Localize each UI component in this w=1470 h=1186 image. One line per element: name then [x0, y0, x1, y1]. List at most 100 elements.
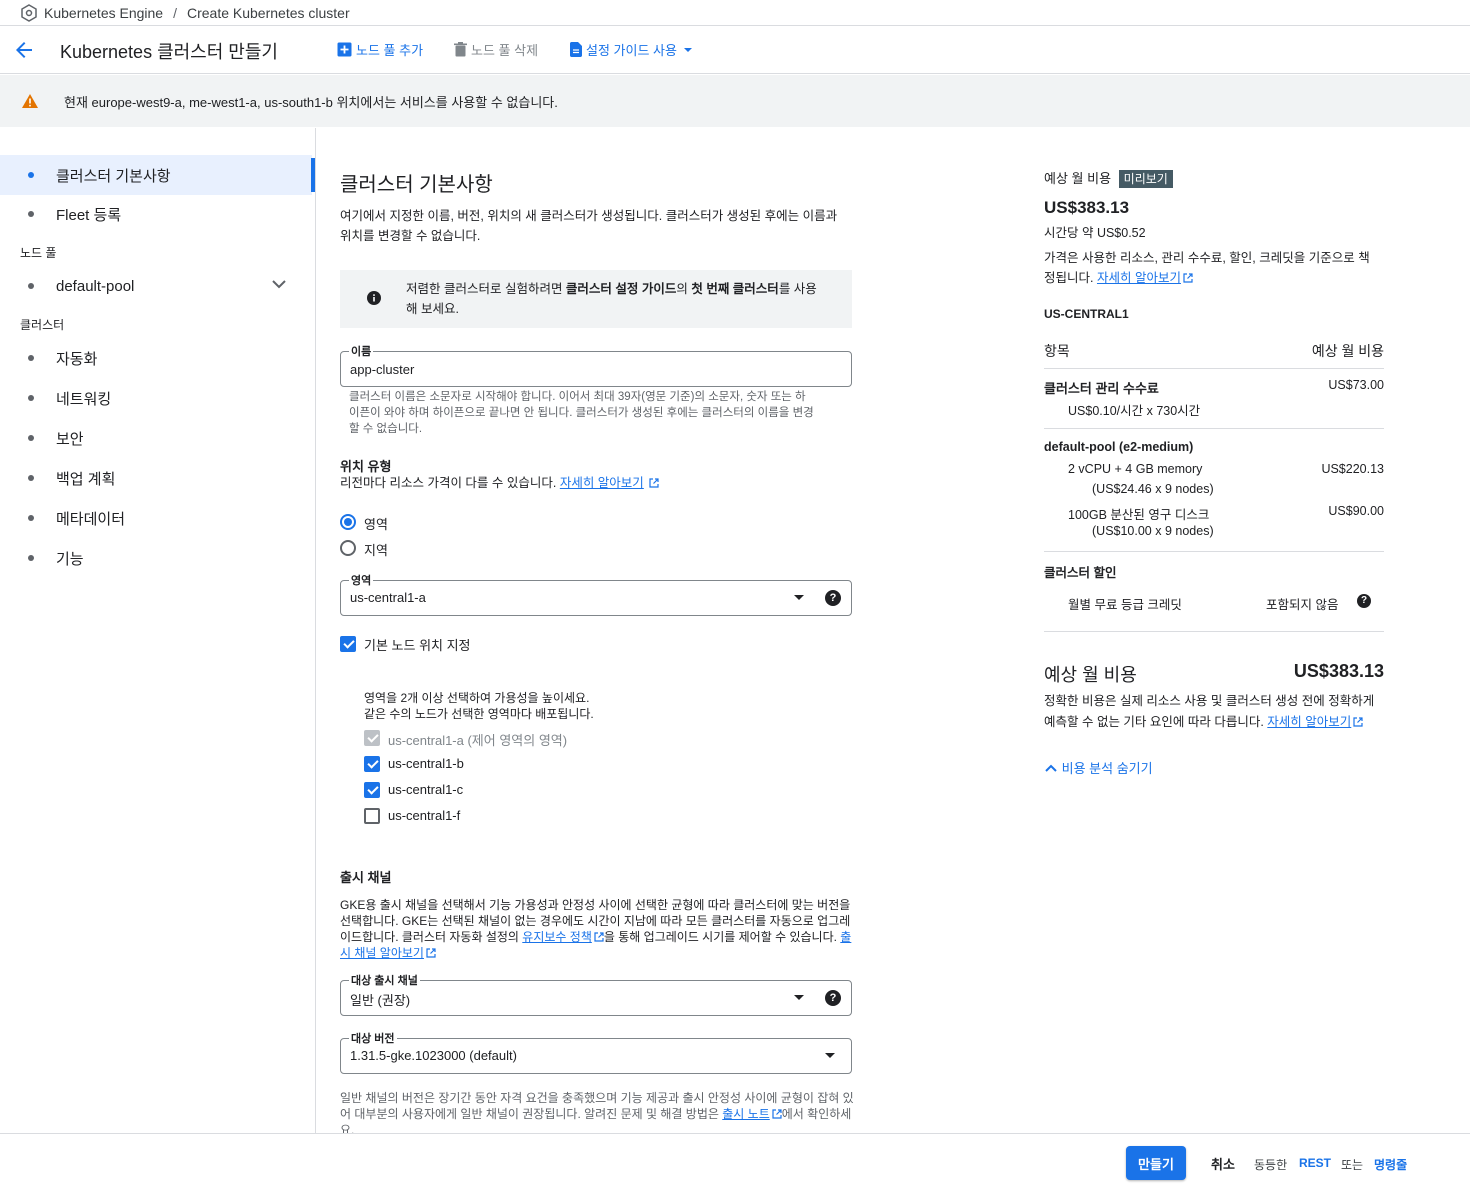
cost-header: 예상 월 비용 미리보기: [1044, 168, 1384, 188]
nav-item-backup[interactable]: 백업 계획: [0, 458, 316, 498]
cancel-button[interactable]: 취소: [1211, 1154, 1235, 1173]
info-callout: 저렴한 클러스터로 실험하려면 클러스터 설정 가이드의 첫 번째 클러스터를 …: [340, 270, 852, 328]
info-text: 저렴한 클러스터로 실험하려면 클러스터 설정 가이드의 첫 번째 클러스터를 …: [406, 279, 846, 319]
pool-disk-row: 100GB 분산된 영구 디스크 US$90.00: [1044, 504, 1384, 523]
nav-item-cluster-basics[interactable]: 클러스터 기본사항: [0, 155, 312, 195]
create-button[interactable]: 만들기: [1126, 1146, 1186, 1180]
left-navigation: 클러스터 기본사항 Fleet 등록 노드 풀 default-pool 클러스…: [0, 128, 316, 1133]
nav-bullet: [28, 211, 34, 217]
external-link-icon: [772, 1109, 782, 1119]
nav-item-fleet[interactable]: Fleet 등록: [0, 194, 316, 234]
zone-select[interactable]: 영역 us-central1-a ?: [340, 572, 852, 616]
cost-estimate-panel: 예상 월 비용 미리보기 US$383.13 시간당 약 US$0.52 가격은…: [1044, 128, 1384, 808]
intro-line: 여기에서 지정한 이름, 버전, 위치의 새 클러스터가 생성됩니다. 클러스터…: [340, 209, 838, 223]
divider: [1044, 631, 1384, 632]
availability-warning-banner: 현재 europe-west9-a, me-west1-a, us-south1…: [0, 75, 1470, 127]
pool-compute-detail: (US$24.46 x 9 nodes): [1092, 482, 1214, 496]
nav-item-label: 클러스터 기본사항: [56, 167, 171, 185]
zonal-radio[interactable]: [340, 514, 356, 530]
nav-item-metadata[interactable]: 메타데이터: [0, 498, 316, 538]
target-version-hint: 일반 채널의 버전은 장기간 동안 자격 요건을 충족했으며 기능 제공과 출시…: [340, 1090, 855, 1133]
add-node-pool-label: 노드 풀 추가: [356, 43, 424, 58]
cluster-name-field[interactable]: 이름 app-cluster: [340, 343, 852, 387]
nav-item-networking[interactable]: 네트워킹: [0, 378, 316, 418]
external-link-icon: [1183, 273, 1193, 283]
add-node-pool-button[interactable]: 노드 풀 추가: [337, 40, 423, 59]
field-label: 영역: [349, 572, 374, 588]
release-channel-learn-link[interactable]: 출: [840, 930, 851, 944]
default-node-locations-checkbox[interactable]: [340, 636, 356, 652]
info-text-part: 를 사용: [778, 282, 817, 296]
pool-compute-row: 2 vCPU + 4 GB memory US$220.13: [1044, 462, 1384, 476]
page-title: Kubernetes 클러스터 만들기: [60, 42, 278, 62]
version-hint-line: 요.: [340, 1123, 355, 1133]
intro-line: 위치를 변경할 수 없습니다.: [340, 229, 481, 243]
location-learn-more-link[interactable]: 자세히 알아보기: [560, 476, 644, 490]
nav-bullet: [28, 355, 34, 361]
hint-line: 할 수 없습니다.: [349, 423, 423, 435]
cost-region: US-CENTRAL1: [1044, 307, 1129, 321]
nav-item-security[interactable]: 보안: [0, 418, 316, 458]
field-label: 이름: [349, 343, 374, 359]
total-row: 예상 월 비용 US$383.13: [1044, 661, 1384, 687]
info-icon: [367, 291, 381, 305]
zones-desc-line: 영역을 2개 이상 선택하여 가용성을 높이세요.: [364, 691, 590, 705]
setup-guide-label: 설정 가이드 사용: [586, 43, 677, 58]
command-line-link[interactable]: 명령줄: [1374, 1156, 1407, 1173]
target-version-value: 1.31.5-gke.1023000 (default): [350, 1048, 517, 1063]
nav-active-indicator: [311, 158, 315, 192]
cluster-name-hint: 클러스터 이름은 소문자로 시작해야 합니다. 이어서 최대 39자(영문 기준…: [349, 389, 839, 437]
zone-f-checkbox[interactable]: [364, 808, 380, 824]
regional-radio[interactable]: [340, 540, 356, 556]
disclaimer-line: 정확한 비용은 실제 리소스 사용 및 클러스터 생성 전에 정확하게: [1044, 694, 1375, 708]
info-text-bold: 클러스터 설정 가이드: [565, 282, 677, 296]
col-item: 항목: [1044, 343, 1070, 359]
help-icon[interactable]: ?: [825, 590, 841, 606]
document-icon: [570, 42, 582, 57]
mgmt-fee-value: US$73.00: [1328, 378, 1384, 392]
nav-item-features[interactable]: 기능: [0, 538, 316, 578]
nav-item-label: 보안: [56, 430, 84, 448]
caret-down-icon: [683, 47, 692, 52]
nav-item-default-pool[interactable]: default-pool: [0, 266, 316, 306]
maintenance-policy-link[interactable]: 유지보수 정책: [522, 930, 592, 944]
regional-radio-label: 지역: [364, 543, 388, 558]
back-arrow-icon[interactable]: [12, 38, 36, 62]
cost-hourly: 시간당 약 US$0.52: [1044, 226, 1146, 240]
release-channel-learn-link[interactable]: 시 채널 알아보기: [340, 946, 424, 960]
hint-line: 클러스터 이름은 소문자로 시작해야 합니다. 이어서 최대 39자(영문 기준…: [349, 391, 806, 403]
disclaimer-learn-more-link[interactable]: 자세히 알아보기: [1267, 715, 1351, 729]
kubernetes-engine-icon: [21, 3, 37, 22]
version-hint-line: 일반 채널의 버전은 장기간 동안 자격 요건을 충족했으며 기능 제공과 출시…: [340, 1091, 854, 1105]
info-text-part: 저렴한 클러스터로 실험하려면: [406, 282, 566, 296]
hide-cost-breakdown-label: 비용 분석 숨기기: [1061, 761, 1153, 776]
total-value: US$383.13: [1293, 661, 1384, 681]
chevron-down-icon[interactable]: [272, 279, 286, 289]
release-notes-link[interactable]: 출시 노트: [722, 1107, 770, 1121]
setup-guide-button[interactable]: 설정 가이드 사용: [570, 40, 692, 59]
breadcrumb-product[interactable]: Kubernetes Engine: [44, 5, 163, 21]
equivalent-label: 동등한: [1254, 1158, 1288, 1172]
hide-cost-breakdown-button[interactable]: 비용 분석 숨기기: [1044, 758, 1384, 777]
cluster-name-input[interactable]: app-cluster: [350, 362, 414, 377]
free-tier-label: 월별 무료 등급 크레딧: [1068, 598, 1182, 612]
zone-c-checkbox[interactable]: [364, 782, 380, 798]
zone-b-checkbox[interactable]: [364, 756, 380, 772]
nav-item-label: 자동화: [56, 350, 98, 368]
cost-learn-more-link[interactable]: 자세히 알아보기: [1097, 271, 1181, 285]
help-icon[interactable]: ?: [1357, 594, 1371, 608]
field-label: 대상 출시 채널: [349, 972, 420, 988]
nav-item-automation[interactable]: 자동화: [0, 338, 316, 378]
nav-item-label: 네트워킹: [56, 390, 112, 408]
delete-node-pool-button[interactable]: 노드 풀 삭제: [454, 40, 538, 59]
cost-basis-line: 가격은 사용한 리소스, 관리 수수료, 할인, 크레딧을 기준으로 책: [1044, 251, 1370, 265]
zone-f-label: us-central1-f: [388, 808, 461, 823]
help-icon[interactable]: ?: [825, 990, 841, 1006]
zone-b-label: us-central1-b: [388, 756, 464, 771]
external-link-icon: [426, 948, 436, 958]
target-release-channel-select[interactable]: 대상 출시 채널 일반 (권장) ?: [340, 972, 852, 1016]
breadcrumb-page: Create Kubernetes cluster: [186, 4, 350, 21]
action-bar: 만들기 취소 동등한 REST 또는 명령줄: [0, 1133, 1470, 1186]
rest-link[interactable]: REST: [1299, 1156, 1331, 1170]
target-version-select[interactable]: 대상 버전 1.31.5-gke.1023000 (default): [340, 1030, 852, 1074]
